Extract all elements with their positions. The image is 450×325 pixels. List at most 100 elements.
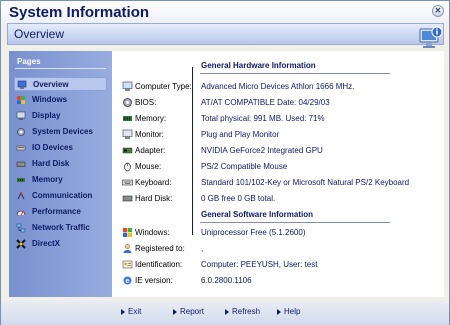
page-header: Overview [7,23,444,45]
sidebar: Pages Overview Windows Display System De… [9,51,112,297]
memory-icon [17,178,25,182]
software-section-title: General Software Information [201,210,314,219]
info-value: Computer: PEEYUSH, User: test [201,260,318,269]
sidebar-item-label: Network Traffic [32,223,90,232]
info-label: Computer Type: [135,82,192,91]
info-row-adapter: Adapter: NVIDIA GeForce2 Integrated GPU [112,144,444,158]
help-button[interactable]: Help [277,307,300,320]
exit-button[interactable]: Exit [121,307,141,320]
sidebar-heading: Pages [17,57,41,66]
refresh-button-label: Refresh [232,307,261,316]
info-value: Total physical: 991 MB. Used: 71% [201,114,325,123]
windows-icon [17,96,25,104]
info-row-computer-type: Computer Type: Advanced Micro Devices At… [112,80,444,94]
page-title: Overview [14,27,65,41]
directx-icon [16,239,26,249]
sidebar-item-system-devices[interactable]: System Devices [14,125,107,139]
info-label: IE version: [135,276,173,285]
info-row-ie-version: e IE version: 6.0.2800.1106 [112,274,444,288]
sidebar-item-label: Overview [33,80,69,89]
info-row-memory: Memory: Total physical: 991 MB. Used: 71… [112,112,444,126]
sidebar-divider [15,68,106,69]
identification-icon [122,260,133,269]
hard-disk-icon [16,161,26,167]
info-label: Identification: [135,260,183,269]
sidebar-item-overview[interactable]: Overview [14,77,107,91]
sidebar-item-communication[interactable]: Communication [14,189,107,203]
info-label: Memory: [135,114,167,123]
info-label: BIOS: [135,98,157,107]
info-value: Uniprocessor Free (5.1.2600) [201,228,306,237]
svg-text:e: e [126,278,130,285]
sidebar-item-network-traffic[interactable]: Network Traffic [14,221,107,235]
mouse-icon [124,162,131,172]
info-label: Windows: [135,228,170,237]
sidebar-item-io-devices[interactable]: IO Devices [14,141,107,155]
info-value: Advanced Micro Devices Athlon 1666 MHz. [201,82,355,91]
keyboard-icon [122,179,133,186]
info-label: Registered to: [135,244,185,253]
sidebar-item-label: Memory [32,175,63,184]
arrow-right-icon [277,308,281,315]
info-row-identification: Identification: Computer: PEEYUSH, User:… [112,258,444,272]
io-devices-icon [16,145,26,151]
report-button-label: Report [180,307,205,316]
exit-button-label: Exit [128,307,142,316]
system-devices-icon [17,128,25,136]
sidebar-item-label: System Devices [32,127,93,136]
arrow-right-icon [225,308,229,315]
info-label: Mouse: [135,162,162,171]
close-icon: ✕ [434,6,442,15]
help-button-label: Help [284,307,301,316]
info-value: Standard 101/102-Key or Microsoft Natura… [201,178,410,187]
sidebar-item-hard-disk[interactable]: Hard Disk [14,157,107,171]
sidebar-item-label: Communication [32,191,93,200]
sidebar-item-performance[interactable]: Performance [14,205,107,219]
adapter-icon [122,147,133,154]
refresh-button[interactable]: Refresh [225,307,260,320]
info-row-monitor: Monitor: Plug and Play Monitor [112,128,444,142]
info-value: Plug and Play Monitor [201,130,280,139]
sidebar-item-windows[interactable]: Windows [14,93,107,107]
close-button[interactable]: ✕ [432,5,444,17]
sidebar-item-label: Windows [32,95,68,104]
report-button[interactable]: Report [173,307,204,320]
memory-icon [123,116,132,121]
arrow-right-icon [173,308,177,315]
hardware-section-divider [200,73,390,74]
info-value: PS/2 Compatible Mouse [201,162,288,171]
footer-bar: Exit Report Refresh Help [1,301,449,325]
hard-disk-icon [122,195,133,202]
info-value: 0 GB free 0 GB total. [201,194,276,203]
display-icon [16,111,26,120]
system-information-window: System Information ✕ Overview Pages Over… [0,0,450,325]
info-value: NVIDIA GeForce2 Integrated GPU [201,146,323,155]
content-panel: General Hardware Information Computer Ty… [112,51,444,297]
sidebar-item-memory[interactable]: Memory [14,173,107,187]
info-label: Hard Disk: [135,194,173,203]
info-value: , [201,244,204,253]
computer-icon [122,81,133,91]
sidebar-item-label: DirectX [32,239,61,248]
sidebar-item-directx[interactable]: DirectX [14,237,107,251]
sidebar-item-label: Hard Disk [32,159,70,168]
performance-icon [16,210,26,216]
sidebar-item-display[interactable]: Display [14,109,107,123]
info-row-keyboard: Keyboard: Standard 101/102-Key or Micros… [112,176,444,190]
computer-info-icon [419,26,443,48]
monitor-icon [122,129,133,139]
info-value: 6.0.2800.1106 [201,276,252,285]
sidebar-item-label: Performance [32,207,81,216]
info-label: Monitor: [135,130,164,139]
info-row-bios: BIOS: AT/AT COMPATIBLE Date: 04/29/03 [112,96,444,110]
network-traffic-icon [16,223,26,233]
windows-icon [123,228,132,237]
arrow-right-icon [121,308,125,315]
hardware-section-title: General Hardware Information [201,61,316,70]
info-label: Keyboard: [135,178,172,187]
software-section-divider [200,222,390,223]
info-row-windows: Windows: Uniprocessor Free (5.1.2600) [112,226,444,240]
info-label: Adapter: [135,146,166,155]
sidebar-item-label: Display [32,111,61,120]
bios-icon [123,98,132,107]
